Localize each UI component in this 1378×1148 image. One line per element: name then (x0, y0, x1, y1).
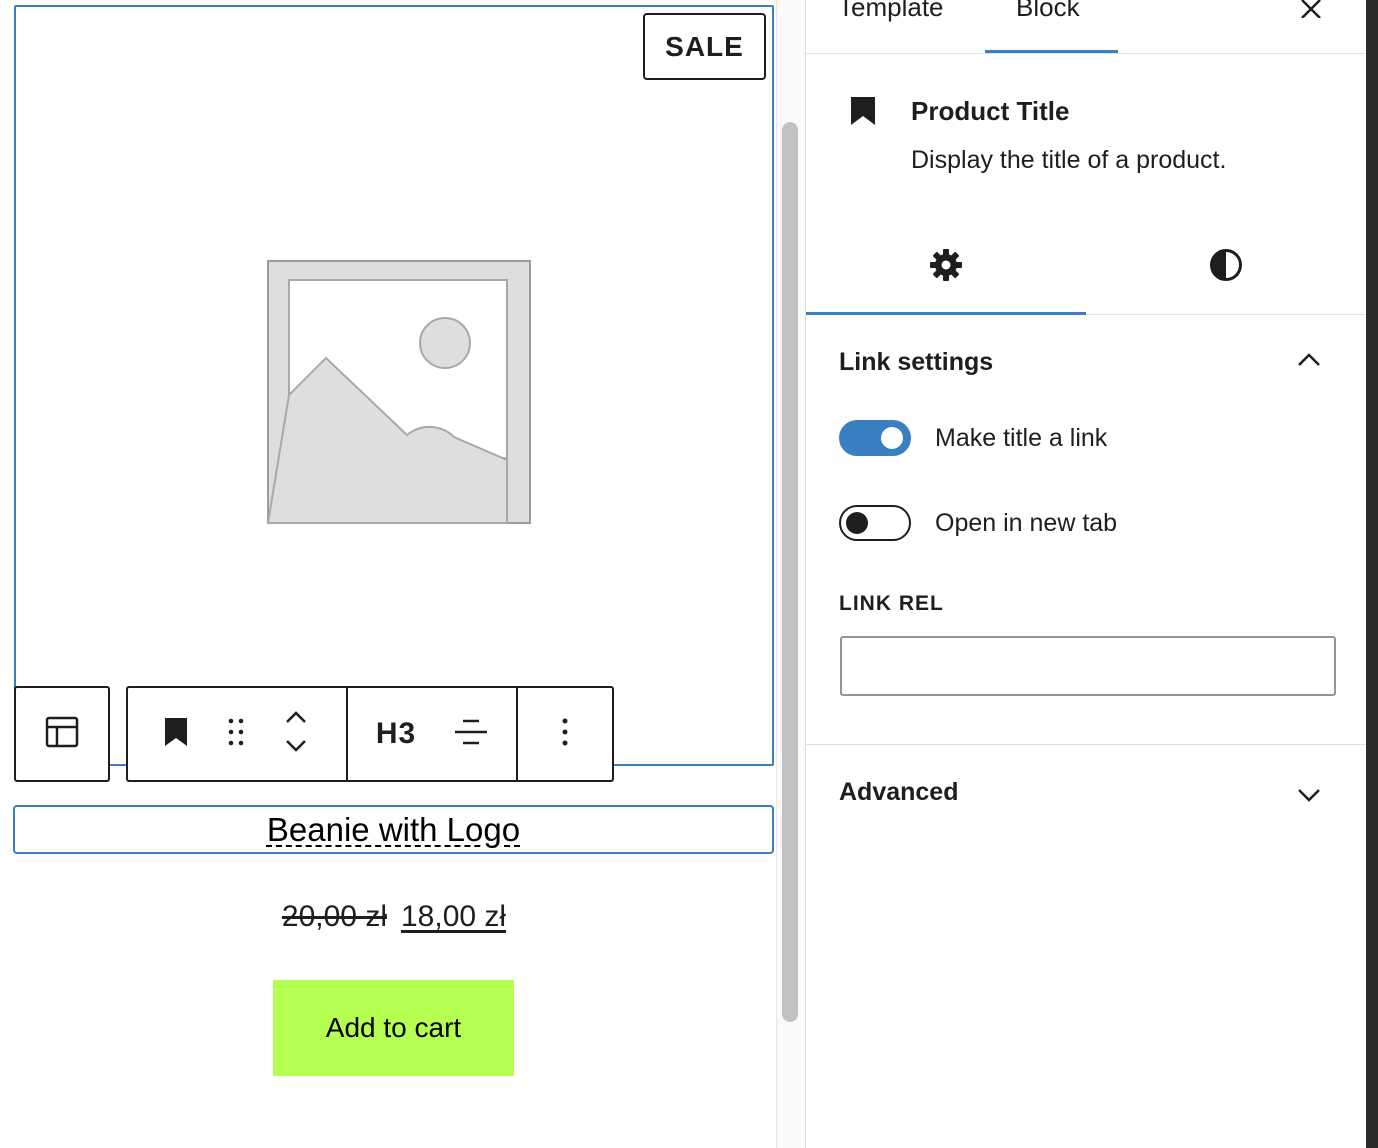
close-sidebar-button[interactable] (1296, 0, 1326, 22)
link-rel-input[interactable] (840, 636, 1336, 696)
image-placeholder-icon (262, 255, 536, 531)
more-options-button[interactable] (535, 688, 595, 780)
align-center-icon (454, 717, 488, 752)
block-inspector-tabs (806, 220, 1367, 315)
block-type-button[interactable] (146, 688, 206, 780)
styles-contrast-icon (1209, 248, 1243, 287)
align-button[interactable] (444, 688, 498, 780)
advanced-heading[interactable]: Advanced (839, 778, 958, 807)
add-to-cart-button[interactable]: Add to cart (273, 980, 514, 1076)
product-title-block[interactable]: Beanie with Logo (13, 805, 774, 854)
close-icon (1300, 0, 1322, 23)
chevron-up-icon[interactable] (1296, 352, 1322, 373)
settings-sidebar: Template Block Product Title Display the… (805, 0, 1367, 1148)
tab-settings[interactable] (806, 220, 1086, 315)
open-new-tab-row: Open in new tab (839, 505, 1117, 541)
chevron-down-icon[interactable] (1296, 787, 1322, 808)
sale-price: 18,00 zł (401, 900, 507, 933)
move-buttons (266, 688, 326, 780)
regular-price: 20,00 zł (281, 900, 387, 933)
window-edge (1366, 0, 1378, 1148)
make-title-link-label: Make title a link (935, 423, 1108, 452)
tab-template[interactable]: Template (838, 0, 944, 23)
chevron-up-icon[interactable] (284, 710, 308, 729)
active-tab-indicator (985, 50, 1118, 53)
tab-block[interactable]: Block (1016, 0, 1080, 23)
drag-handle-button[interactable] (206, 688, 266, 780)
heading-level-button[interactable]: H3 (348, 688, 444, 780)
bookmark-icon (163, 717, 189, 752)
sale-badge: SALE (643, 13, 766, 80)
make-title-link-toggle[interactable] (839, 420, 911, 456)
settings-gear-icon (929, 248, 963, 287)
product-price: 20,00 zł 18,00 zł (0, 900, 788, 934)
open-new-tab-toggle[interactable] (839, 505, 911, 541)
panel-divider (806, 744, 1367, 745)
options-group (516, 688, 612, 780)
link-rel-label: LINK REL (839, 592, 944, 615)
canvas-scrollbar-thumb[interactable] (782, 122, 798, 1022)
block-card-description: Display the title of a product. (911, 146, 1227, 174)
heading-group: H3 (346, 688, 516, 780)
block-toolbar: H3 (126, 686, 614, 782)
active-subtab-indicator (806, 312, 1086, 315)
block-card-title: Product Title (911, 96, 1070, 126)
drag-handle-icon (227, 717, 245, 752)
layout-template-icon (45, 715, 79, 754)
more-vertical-icon (561, 717, 569, 752)
chevron-down-icon[interactable] (284, 739, 308, 758)
toggle-knob (846, 512, 868, 534)
tab-styles[interactable] (1086, 220, 1366, 315)
toggle-knob (881, 427, 903, 449)
make-title-link-row: Make title a link (839, 420, 1107, 456)
link-settings-heading[interactable]: Link settings (839, 348, 993, 377)
editor-canvas: SALE H3 Beanie with Logo 20,00 zł 18,00 … (0, 0, 776, 1148)
bookmark-icon (850, 96, 876, 131)
block-mover-group (128, 688, 346, 780)
heading-level-label: H3 (375, 717, 417, 750)
product-title-link[interactable]: Beanie with Logo (267, 811, 520, 849)
sidebar-tabs: Template Block (806, 0, 1367, 54)
select-parent-button[interactable] (14, 686, 110, 782)
open-new-tab-label: Open in new tab (935, 508, 1118, 537)
